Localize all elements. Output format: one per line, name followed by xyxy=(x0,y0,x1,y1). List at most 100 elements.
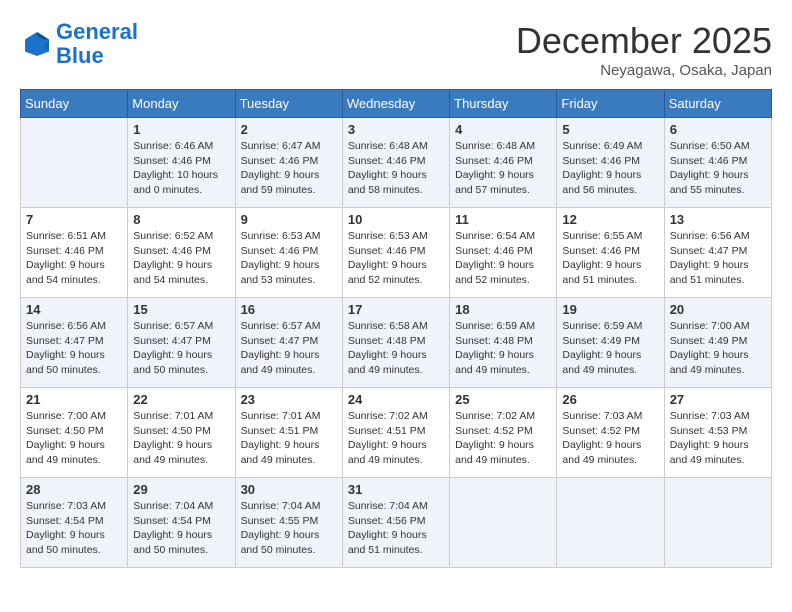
day-cell: 11Sunrise: 6:54 AM Sunset: 4:46 PM Dayli… xyxy=(450,208,557,298)
day-info: Sunrise: 7:03 AM Sunset: 4:54 PM Dayligh… xyxy=(26,499,122,558)
day-number: 23 xyxy=(241,392,337,407)
day-info: Sunrise: 6:51 AM Sunset: 4:46 PM Dayligh… xyxy=(26,229,122,288)
day-info: Sunrise: 7:03 AM Sunset: 4:53 PM Dayligh… xyxy=(670,409,766,468)
day-cell: 20 Sunrise: 7:00 AM Sunset: 4:49 PM Dayli… xyxy=(664,298,771,388)
week-row-1: 1 Sunrise: 6:46 AM Sunset: 4:46 PM Daylig… xyxy=(21,118,772,208)
logo-text: General xyxy=(56,20,138,44)
header-cell-thursday: Thursday xyxy=(450,90,557,118)
day-info: Sunrise: 6:56 AM Sunset: 4:47 PM Dayligh… xyxy=(26,319,122,378)
day-number: 21 xyxy=(26,392,122,407)
day-number: 16 xyxy=(241,302,337,317)
day-info: Sunrise: 6:58 AM Sunset: 4:48 PM Dayligh… xyxy=(348,319,444,378)
day-cell: 28 Sunrise: 7:03 AM Sunset: 4:54 PM Dayli… xyxy=(21,478,128,568)
day-cell: 30Sunrise: 7:04 AM Sunset: 4:55 PM Dayli… xyxy=(235,478,342,568)
day-cell: 21 Sunrise: 7:00 AM Sunset: 4:50 PM Dayli… xyxy=(21,388,128,478)
day-cell: 3Sunrise: 6:48 AM Sunset: 4:46 PM Daylig… xyxy=(342,118,449,208)
day-cell: 19 Sunrise: 6:59 AM Sunset: 4:49 PM Dayli… xyxy=(557,298,664,388)
day-number: 1 xyxy=(133,122,229,137)
day-cell: 13Sunrise: 6:56 AM Sunset: 4:47 PM Dayli… xyxy=(664,208,771,298)
day-cell: 7 Sunrise: 6:51 AM Sunset: 4:46 PM Daylig… xyxy=(21,208,128,298)
day-cell: 9 Sunrise: 6:53 AM Sunset: 4:46 PM Daylig… xyxy=(235,208,342,298)
calendar-table: SundayMondayTuesdayWednesdayThursdayFrid… xyxy=(20,89,772,568)
day-info: Sunrise: 6:52 AM Sunset: 4:46 PM Dayligh… xyxy=(133,229,229,288)
day-number: 3 xyxy=(348,122,444,137)
day-number: 17 xyxy=(348,302,444,317)
day-cell xyxy=(557,478,664,568)
header-cell-friday: Friday xyxy=(557,90,664,118)
day-cell: 5Sunrise: 6:49 AM Sunset: 4:46 PM Daylig… xyxy=(557,118,664,208)
day-info: Sunrise: 6:57 AM Sunset: 4:47 PM Dayligh… xyxy=(241,319,337,378)
day-cell: 18Sunrise: 6:59 AM Sunset: 4:48 PM Dayli… xyxy=(450,298,557,388)
day-number: 13 xyxy=(670,212,766,227)
day-info: Sunrise: 7:03 AM Sunset: 4:52 PM Dayligh… xyxy=(562,409,658,468)
day-cell: 25 Sunrise: 7:02 AM Sunset: 4:52 PM Dayli… xyxy=(450,388,557,478)
month-title: December 2025 xyxy=(516,20,772,62)
day-cell: 26 Sunrise: 7:03 AM Sunset: 4:52 PM Dayli… xyxy=(557,388,664,478)
day-number: 4 xyxy=(455,122,551,137)
day-number: 25 xyxy=(455,392,551,407)
day-number: 24 xyxy=(348,392,444,407)
day-info: Sunrise: 6:53 AM Sunset: 4:46 PM Dayligh… xyxy=(348,229,444,288)
day-info: Sunrise: 6:59 AM Sunset: 4:49 PM Dayligh… xyxy=(562,319,658,378)
day-cell: 31Sunrise: 7:04 AM Sunset: 4:56 PM Dayli… xyxy=(342,478,449,568)
day-cell: 6 Sunrise: 6:50 AM Sunset: 4:46 PM Daylig… xyxy=(664,118,771,208)
week-row-2: 7 Sunrise: 6:51 AM Sunset: 4:46 PM Daylig… xyxy=(21,208,772,298)
day-cell: 8 Sunrise: 6:52 AM Sunset: 4:46 PM Daylig… xyxy=(128,208,235,298)
day-cell: 29 Sunrise: 7:04 AM Sunset: 4:54 PM Dayli… xyxy=(128,478,235,568)
day-info: Sunrise: 7:01 AM Sunset: 4:50 PM Dayligh… xyxy=(133,409,229,468)
day-info: Sunrise: 7:00 AM Sunset: 4:50 PM Dayligh… xyxy=(26,409,122,468)
header-cell-wednesday: Wednesday xyxy=(342,90,449,118)
location: Neyagawa, Osaka, Japan xyxy=(516,62,772,79)
header-cell-sunday: Sunday xyxy=(21,90,128,118)
day-number: 22 xyxy=(133,392,229,407)
day-info: Sunrise: 6:47 AM Sunset: 4:46 PM Dayligh… xyxy=(241,139,337,198)
day-info: Sunrise: 7:04 AM Sunset: 4:56 PM Dayligh… xyxy=(348,499,444,558)
day-info: Sunrise: 6:59 AM Sunset: 4:48 PM Dayligh… xyxy=(455,319,551,378)
title-block: December 2025 Neyagawa, Osaka, Japan xyxy=(516,20,772,79)
day-cell: 27 Sunrise: 7:03 AM Sunset: 4:53 PM Dayli… xyxy=(664,388,771,478)
day-info: Sunrise: 6:57 AM Sunset: 4:47 PM Dayligh… xyxy=(133,319,229,378)
day-number: 19 xyxy=(562,302,658,317)
day-cell: 24Sunrise: 7:02 AM Sunset: 4:51 PM Dayli… xyxy=(342,388,449,478)
day-info: Sunrise: 6:49 AM Sunset: 4:46 PM Dayligh… xyxy=(562,139,658,198)
calendar-header: SundayMondayTuesdayWednesdayThursdayFrid… xyxy=(21,90,772,118)
day-info: Sunrise: 7:02 AM Sunset: 4:52 PM Dayligh… xyxy=(455,409,551,468)
day-number: 15 xyxy=(133,302,229,317)
day-number: 6 xyxy=(670,122,766,137)
day-number: 12 xyxy=(562,212,658,227)
day-cell: 23 Sunrise: 7:01 AM Sunset: 4:51 PM Dayli… xyxy=(235,388,342,478)
day-info: Sunrise: 7:01 AM Sunset: 4:51 PM Dayligh… xyxy=(241,409,337,468)
day-info: Sunrise: 6:50 AM Sunset: 4:46 PM Dayligh… xyxy=(670,139,766,198)
day-cell: 17 Sunrise: 6:58 AM Sunset: 4:48 PM Dayli… xyxy=(342,298,449,388)
day-info: Sunrise: 7:04 AM Sunset: 4:55 PM Dayligh… xyxy=(241,499,337,558)
day-info: Sunrise: 6:48 AM Sunset: 4:46 PM Dayligh… xyxy=(455,139,551,198)
day-info: Sunrise: 6:53 AM Sunset: 4:46 PM Dayligh… xyxy=(241,229,337,288)
week-row-5: 28 Sunrise: 7:03 AM Sunset: 4:54 PM Dayli… xyxy=(21,478,772,568)
day-number: 20 xyxy=(670,302,766,317)
page-header: General Blue December 2025 Neyagawa, Osa… xyxy=(20,20,772,79)
day-number: 26 xyxy=(562,392,658,407)
day-number: 2 xyxy=(241,122,337,137)
header-cell-monday: Monday xyxy=(128,90,235,118)
day-info: Sunrise: 6:54 AM Sunset: 4:46 PM Dayligh… xyxy=(455,229,551,288)
day-number: 10 xyxy=(348,212,444,227)
day-info: Sunrise: 6:46 AM Sunset: 4:46 PM Dayligh… xyxy=(133,139,229,198)
day-cell xyxy=(664,478,771,568)
day-number: 9 xyxy=(241,212,337,227)
day-number: 27 xyxy=(670,392,766,407)
day-number: 29 xyxy=(133,482,229,497)
day-cell: 22 Sunrise: 7:01 AM Sunset: 4:50 PM Dayli… xyxy=(128,388,235,478)
day-number: 28 xyxy=(26,482,122,497)
day-cell: 4 Sunrise: 6:48 AM Sunset: 4:46 PM Daylig… xyxy=(450,118,557,208)
day-info: Sunrise: 7:00 AM Sunset: 4:49 PM Dayligh… xyxy=(670,319,766,378)
header-cell-tuesday: Tuesday xyxy=(235,90,342,118)
day-number: 7 xyxy=(26,212,122,227)
day-cell: 15 Sunrise: 6:57 AM Sunset: 4:47 PM Dayli… xyxy=(128,298,235,388)
day-number: 8 xyxy=(133,212,229,227)
day-cell: 12Sunrise: 6:55 AM Sunset: 4:46 PM Dayli… xyxy=(557,208,664,298)
header-row: SundayMondayTuesdayWednesdayThursdayFrid… xyxy=(21,90,772,118)
day-cell: 2 Sunrise: 6:47 AM Sunset: 4:46 PM Daylig… xyxy=(235,118,342,208)
logo: General Blue xyxy=(20,20,138,68)
week-row-3: 14Sunrise: 6:56 AM Sunset: 4:47 PM Dayli… xyxy=(21,298,772,388)
day-info: Sunrise: 7:04 AM Sunset: 4:54 PM Dayligh… xyxy=(133,499,229,558)
